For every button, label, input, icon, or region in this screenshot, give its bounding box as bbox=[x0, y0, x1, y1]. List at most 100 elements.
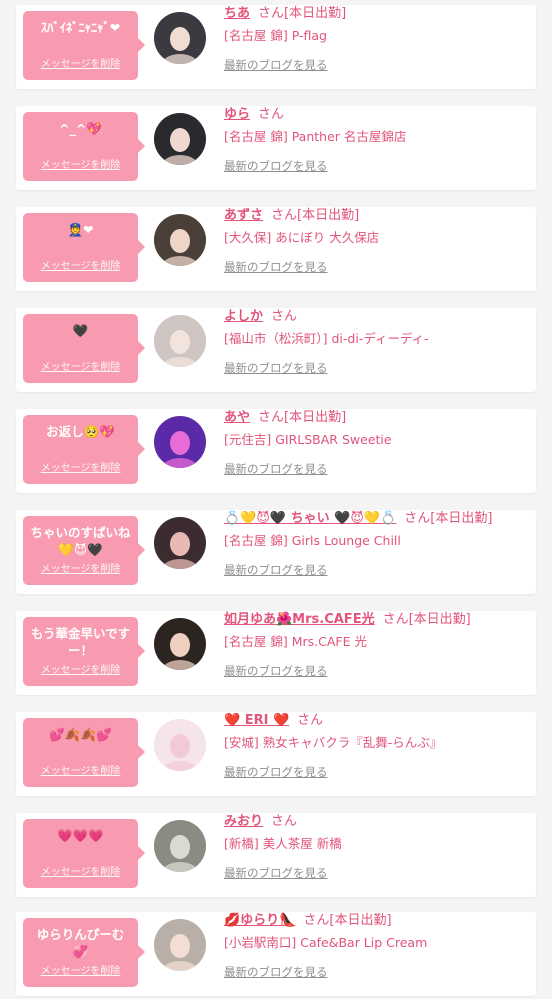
avatar[interactable] bbox=[154, 12, 206, 64]
delete-message-link[interactable]: メッセージを削除 bbox=[23, 560, 138, 575]
girl-name-link[interactable]: よしか bbox=[224, 309, 263, 324]
shop-name: [新橋] 美人茶屋 新橋 bbox=[224, 836, 342, 851]
avatar[interactable] bbox=[154, 315, 206, 367]
avatar[interactable] bbox=[154, 618, 206, 670]
latest-blog-link[interactable]: 最新のブログを見る bbox=[224, 562, 328, 578]
shop-name: [名古屋 錦] Panther 名古屋錦店 bbox=[224, 129, 407, 144]
shop-name: [小岩駅南口] Cafe&Bar Lip Cream bbox=[224, 935, 428, 950]
message-text: ^_^💖 bbox=[59, 121, 102, 136]
avatar-face bbox=[170, 431, 190, 455]
girl-name-link[interactable]: 💋ゆらり👠 bbox=[224, 913, 295, 928]
girl-name-link[interactable]: あや bbox=[224, 410, 250, 425]
avatar-face bbox=[170, 934, 190, 958]
honorific: さん bbox=[271, 814, 298, 829]
message-bubble: 💕🍂🍂💕 メッセージを削除 bbox=[23, 718, 145, 787]
latest-blog-link[interactable]: 最新のブログを見る bbox=[224, 461, 328, 477]
honorific: さん bbox=[271, 208, 298, 223]
delete-message-link[interactable]: メッセージを削除 bbox=[23, 962, 138, 977]
list-item: もう華金早いです ー！ メッセージを削除 如月ゆあ🌺Mrs.CAFE光 さん[本日… bbox=[16, 611, 536, 695]
avatar[interactable] bbox=[154, 113, 206, 165]
girl-name-link[interactable]: ❤️ ERI ❤️ bbox=[224, 713, 289, 728]
girl-message-list: ｽﾊﾞｲﾈﾞﾆｬﾆｬﾞ❤ メッセージを削除 ちあ さん[本日出勤] [名古屋 錦]… bbox=[0, 0, 552, 999]
girl-name-link[interactable]: ゆら bbox=[224, 107, 250, 122]
delete-message-link[interactable]: メッセージを削除 bbox=[23, 459, 138, 474]
honorific: さん bbox=[258, 410, 285, 425]
message-bubble: ゆらりんぴーむ💞 メッセージを削除 bbox=[23, 918, 145, 987]
latest-blog-link[interactable]: 最新のブログを見る bbox=[224, 865, 328, 881]
list-item: 💕🍂🍂💕 メッセージを削除 ❤️ ERI ❤️ さん [安城] 熟女キャバクラ『乱… bbox=[16, 712, 536, 796]
avatar-face bbox=[170, 633, 190, 657]
avatar-face bbox=[170, 330, 190, 354]
work-status: [本日出勤] bbox=[329, 913, 392, 928]
list-item: お返し🥺💖 メッセージを削除 あや さん[本日出勤] [元住吉] GIRLSBAR… bbox=[16, 409, 536, 493]
list-item: 💗💗💗 メッセージを削除 みおり さん [新橋] 美人茶屋 新橋 最新のブログを見… bbox=[16, 813, 536, 897]
girl-name-link[interactable]: みおり bbox=[224, 814, 263, 829]
delete-message-link[interactable]: メッセージを削除 bbox=[23, 358, 138, 373]
avatar[interactable] bbox=[154, 919, 206, 971]
latest-blog-link[interactable]: 最新のブログを見る bbox=[224, 158, 328, 174]
message-text: ちゃいのすぱいね 💛😈🖤 bbox=[30, 525, 131, 557]
message-text: もう華金早いです ー！ bbox=[30, 626, 131, 658]
latest-blog-link[interactable]: 最新のブログを見る bbox=[224, 964, 328, 980]
work-status: [本日出勤] bbox=[284, 410, 347, 425]
shop-name: [名古屋 錦] Mrs.CAFE 光 bbox=[224, 634, 367, 649]
avatar-photo bbox=[154, 214, 206, 266]
delete-message-link[interactable]: メッセージを削除 bbox=[23, 156, 138, 171]
list-item: ^_^💖 メッセージを削除 ゆら さん [名古屋 錦] Panther 名古屋錦店… bbox=[16, 106, 536, 190]
message-bubble: ちゃいのすぱいね 💛😈🖤 メッセージを削除 bbox=[23, 516, 145, 585]
list-item: 🖤 メッセージを削除 よしか さん [福山市（松浜町）] di-di-ディーディ-… bbox=[16, 308, 536, 392]
shop-name: [大久保] あにぼり 大久保店 bbox=[224, 230, 380, 245]
avatar-photo bbox=[154, 416, 206, 468]
delete-message-link[interactable]: メッセージを削除 bbox=[23, 863, 138, 878]
list-item: 👮❤ メッセージを削除 あずさ さん[本日出勤] [大久保] あにぼり 大久保店 … bbox=[16, 207, 536, 291]
avatar-photo bbox=[154, 517, 206, 569]
honorific: さん bbox=[382, 612, 409, 627]
avatar-photo bbox=[154, 315, 206, 367]
message-bubble: 🖤 メッセージを削除 bbox=[23, 314, 145, 383]
avatar-photo bbox=[154, 820, 206, 872]
latest-blog-link[interactable]: 最新のブログを見る bbox=[224, 764, 328, 780]
honorific: さん bbox=[303, 913, 330, 928]
honorific: さん bbox=[271, 309, 298, 324]
avatar-photo bbox=[154, 12, 206, 64]
shop-name: [名古屋 錦] P-flag bbox=[224, 28, 327, 43]
work-status: [本日出勤] bbox=[284, 6, 347, 21]
delete-message-link[interactable]: メッセージを削除 bbox=[23, 257, 138, 272]
avatar-photo bbox=[154, 113, 206, 165]
avatar-face bbox=[170, 532, 190, 556]
avatar[interactable] bbox=[154, 517, 206, 569]
avatar[interactable] bbox=[154, 820, 206, 872]
shop-name: [福山市（松浜町）] di-di-ディーディ- bbox=[224, 331, 429, 346]
message-text: 🖤 bbox=[72, 323, 89, 338]
shop-name: [名古屋 錦] Girls Lounge Chill bbox=[224, 533, 401, 548]
message-bubble: ^_^💖 メッセージを削除 bbox=[23, 112, 145, 181]
message-text: ｽﾊﾞｲﾈﾞﾆｬﾆｬﾞ❤ bbox=[40, 20, 121, 35]
message-text: ゆらりんぴーむ💞 bbox=[36, 927, 125, 959]
girl-name-link[interactable]: 💍💛😈🖤 ちゃい 🖤😈💛💍 bbox=[224, 511, 396, 526]
message-text: 👮❤ bbox=[67, 222, 94, 237]
avatar[interactable] bbox=[154, 416, 206, 468]
list-item: ちゃいのすぱいね 💛😈🖤 メッセージを削除 💍💛😈🖤 ちゃい 🖤😈💛💍 さん[本日… bbox=[16, 510, 536, 594]
work-status: [本日出勤] bbox=[297, 208, 360, 223]
avatar-face bbox=[170, 734, 190, 758]
honorific: さん bbox=[258, 107, 285, 122]
girl-name-link[interactable]: ちあ bbox=[224, 6, 250, 21]
work-status: [本日出勤] bbox=[408, 612, 471, 627]
list-item: ゆらりんぴーむ💞 メッセージを削除 💋ゆらり👠 さん[本日出勤] [小岩駅南口] … bbox=[16, 912, 536, 996]
latest-blog-link[interactable]: 最新のブログを見る bbox=[224, 360, 328, 376]
latest-blog-link[interactable]: 最新のブログを見る bbox=[224, 259, 328, 275]
message-bubble: 💗💗💗 メッセージを削除 bbox=[23, 819, 145, 888]
avatar-photo bbox=[154, 719, 206, 771]
work-status: [本日出勤] bbox=[430, 511, 493, 526]
message-text: 💗💗💗 bbox=[57, 828, 104, 843]
latest-blog-link[interactable]: 最新のブログを見る bbox=[224, 57, 328, 73]
latest-blog-link[interactable]: 最新のブログを見る bbox=[224, 663, 328, 679]
delete-message-link[interactable]: メッセージを削除 bbox=[23, 55, 138, 70]
girl-name-link[interactable]: あずさ bbox=[224, 208, 263, 223]
avatar[interactable] bbox=[154, 719, 206, 771]
delete-message-link[interactable]: メッセージを削除 bbox=[23, 661, 138, 676]
avatar[interactable] bbox=[154, 214, 206, 266]
girl-name-link[interactable]: 如月ゆあ🌺Mrs.CAFE光 bbox=[224, 612, 375, 627]
delete-message-link[interactable]: メッセージを削除 bbox=[23, 762, 138, 777]
message-text: 💕🍂🍂💕 bbox=[49, 727, 112, 742]
